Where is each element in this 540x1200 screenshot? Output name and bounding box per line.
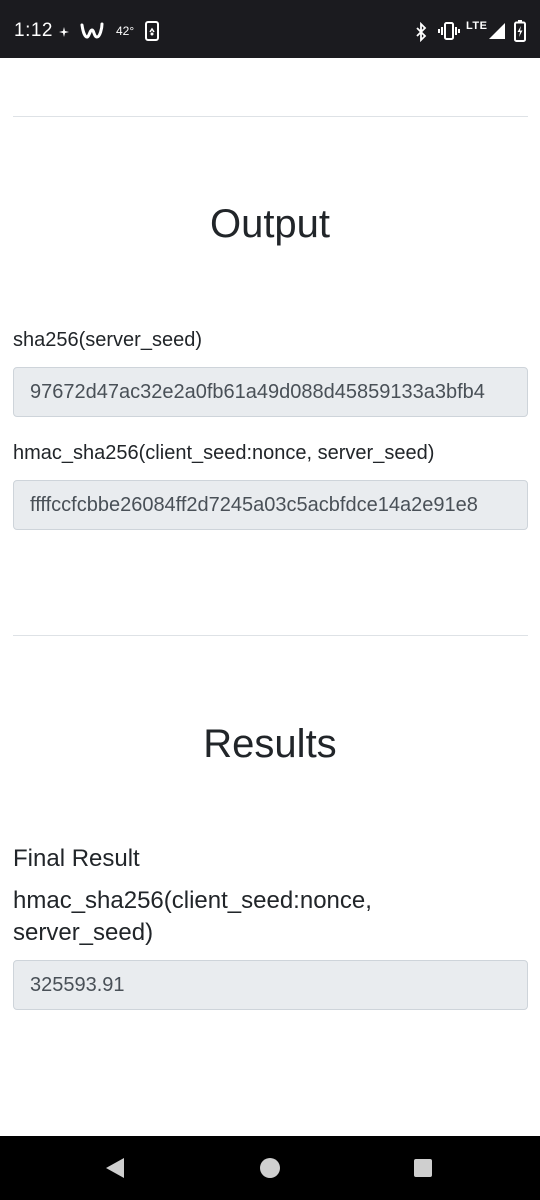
network-type: LTE	[466, 20, 488, 32]
home-icon[interactable]	[259, 1157, 281, 1179]
wish-app-icon	[80, 22, 104, 39]
bluetooth-icon	[416, 22, 427, 42]
final-result-title: Final Result	[13, 845, 140, 872]
recents-icon[interactable]	[413, 1158, 433, 1178]
vibrate-icon	[438, 22, 460, 40]
top-divider	[13, 116, 528, 117]
status-bar: 1:12 42° LTE	[0, 0, 540, 58]
output-heading: Output	[209, 202, 331, 246]
status-temperature: 42°	[116, 24, 135, 38]
final-result-field[interactable]: 325593.91	[13, 960, 528, 1010]
sha256-server-seed-field[interactable]: 97672d47ac32e2a0fb61a49d088d45859133a3bf…	[13, 367, 528, 417]
results-heading: Results	[203, 722, 337, 766]
pinwheel-icon	[59, 27, 69, 37]
signal-icon	[489, 23, 505, 39]
middle-divider	[13, 635, 528, 636]
navigation-bar	[0, 1136, 540, 1200]
main-content: Output sha256(server_seed) 97672d47ac32e…	[0, 58, 540, 1136]
final-result-subtitle: hmac_sha256(client_seed:nonce, server_se…	[13, 887, 372, 946]
hmac-sha256-label: hmac_sha256(client_seed:nonce, server_se…	[13, 442, 435, 464]
battery-charging-icon	[514, 20, 526, 42]
hmac-sha256-field[interactable]: ffffccfcbbe26084ff2d7245a03c5acbfdce14a2…	[13, 480, 528, 530]
back-icon[interactable]	[102, 1156, 126, 1180]
status-time: 1:12	[14, 20, 53, 41]
sha256-server-seed-label: sha256(server_seed)	[13, 329, 202, 351]
phone-screen-icon	[145, 21, 159, 41]
